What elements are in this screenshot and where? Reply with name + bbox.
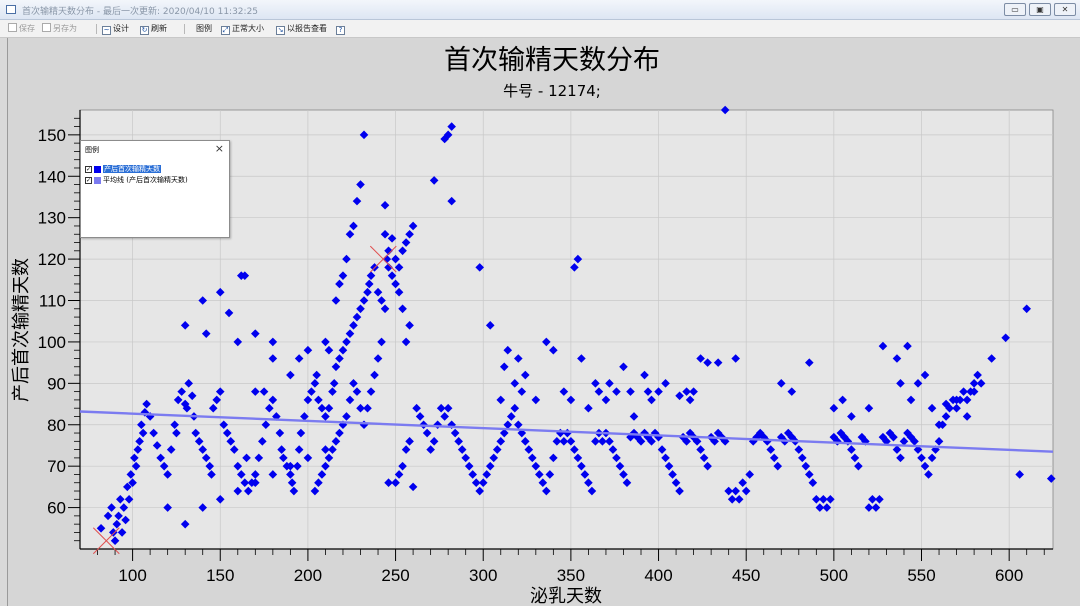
y-tick-label: 140 (38, 167, 66, 186)
chart-title: 首次输精天数分布 (444, 45, 660, 76)
x-tick-label: 150 (206, 566, 234, 585)
legend-panel[interactable]: 图例 × ✓ 产后首次输精天数 ✓ 平均线 (产后首次输精天数) (80, 140, 230, 238)
y-axis-label: 产后首次输精天数 (11, 258, 32, 402)
y-tick-label: 80 (47, 416, 66, 435)
x-tick-label: 300 (469, 566, 497, 585)
x-tick-label: 550 (907, 566, 935, 585)
checkbox-icon[interactable]: ✓ (85, 166, 92, 173)
legend-swatch (94, 177, 101, 184)
x-tick-label: 100 (118, 566, 146, 585)
y-tick-label: 150 (38, 126, 66, 145)
x-tick-label: 350 (557, 566, 585, 585)
legend-close-icon[interactable]: × (215, 142, 224, 155)
x-tick-label: 500 (820, 566, 848, 585)
chart-subtitle: 牛号 - 12174; (503, 82, 601, 100)
y-tick-label: 110 (39, 292, 66, 311)
x-tick-label: 450 (732, 566, 760, 585)
checkbox-icon[interactable]: ✓ (85, 177, 92, 184)
legend-item-average[interactable]: ✓ 平均线 (产后首次输精天数) (85, 176, 188, 185)
y-tick-label: 60 (47, 499, 66, 518)
y-tick-label: 90 (47, 374, 66, 393)
x-tick-label: 200 (294, 566, 322, 585)
y-tick-label: 70 (47, 457, 66, 476)
y-tick-label: 130 (38, 209, 66, 228)
y-tick-label: 100 (38, 333, 66, 352)
x-tick-label: 400 (644, 566, 672, 585)
x-axis-label: 泌乳天数 (530, 586, 602, 606)
y-tick-label: 120 (38, 250, 66, 269)
legend-title: 图例 (85, 146, 99, 154)
x-tick-label: 600 (995, 566, 1023, 585)
legend-swatch (94, 166, 101, 173)
scatter-chart: 首次输精天数分布 牛号 - 12174; 100 150 200 250 300 350 4… (11, 45, 1056, 606)
legend-item-label: 产后首次输精天数 (103, 165, 161, 173)
legend-item-label: 平均线 (产后首次输精天数) (103, 176, 188, 184)
legend-item-points[interactable]: ✓ 产后首次输精天数 (85, 165, 161, 174)
x-tick-label: 250 (381, 566, 409, 585)
